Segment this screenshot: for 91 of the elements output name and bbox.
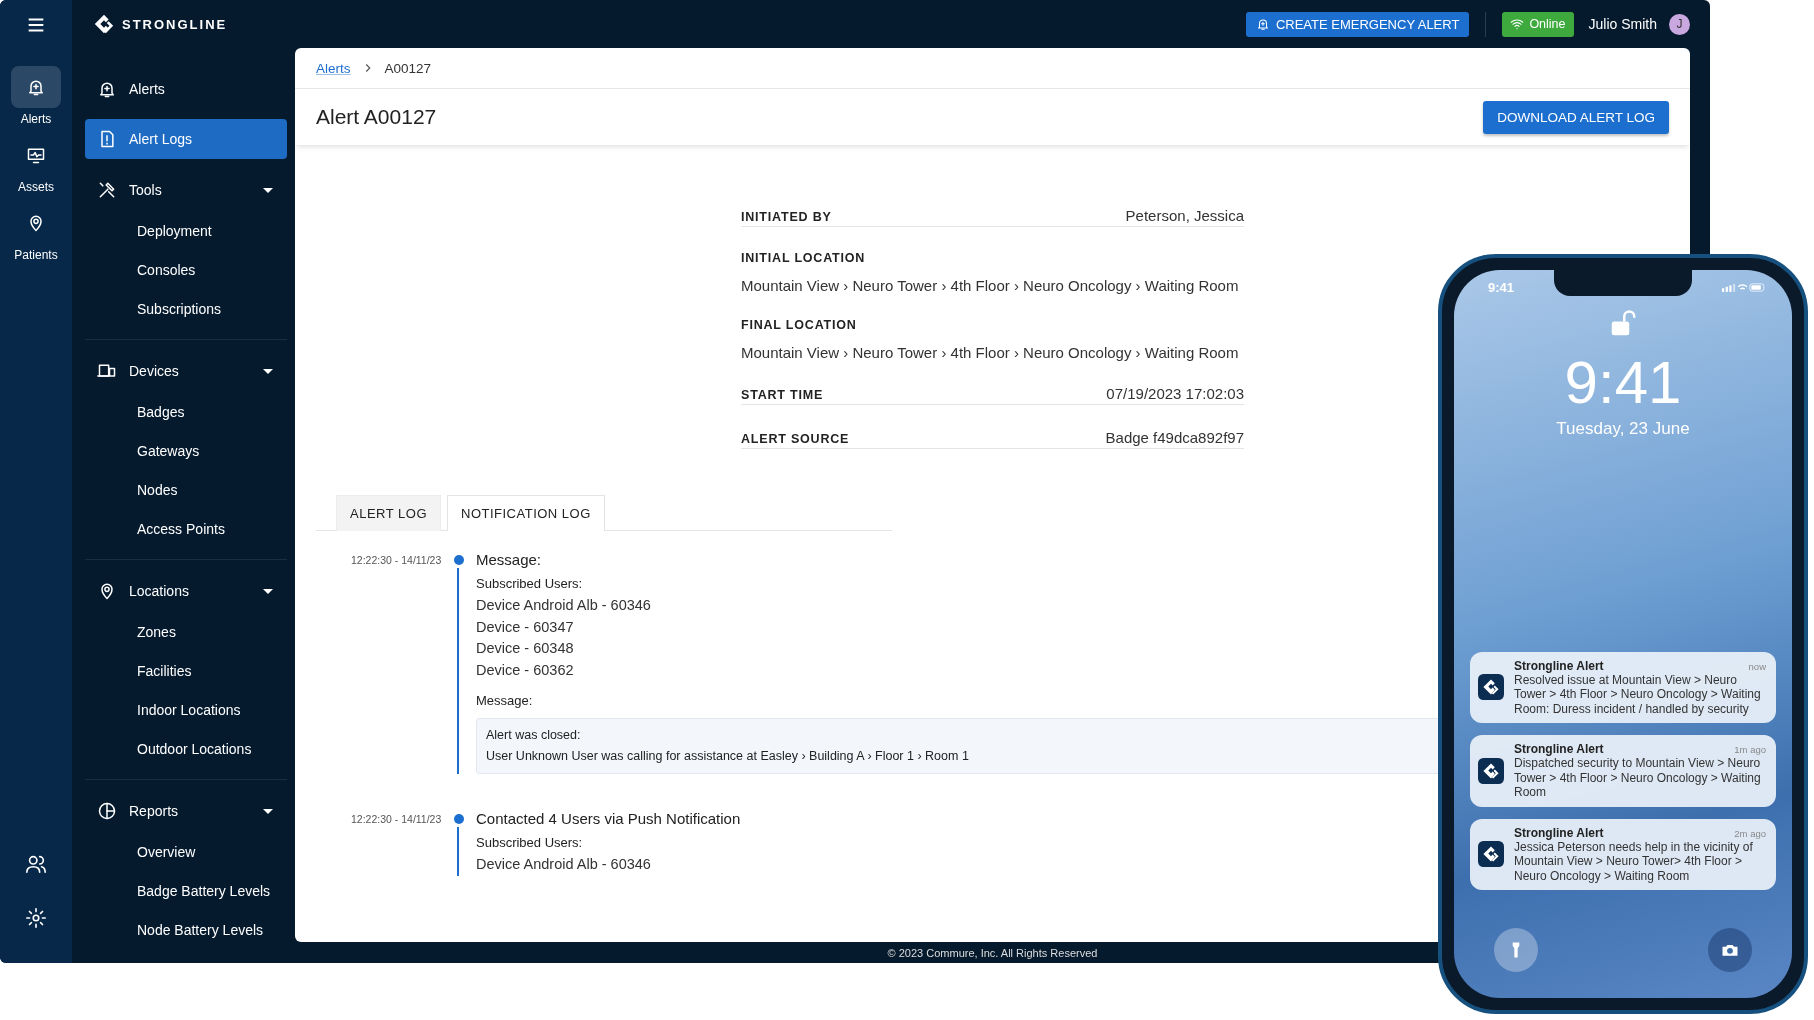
users-icon[interactable] bbox=[25, 853, 47, 875]
device-name: Device - 60347 bbox=[476, 617, 574, 637]
device-name: Device Android Alb - 60346 bbox=[476, 855, 651, 874]
sidebar-subitem[interactable]: Deployment bbox=[85, 211, 287, 250]
notification-text: Jessica Peterson needs help in the vicinity of Mountain View > Neuro Tower> 4th Floor > Neuro Oncology > Waiting Room bbox=[1514, 839, 1754, 883]
notification-text: Dispatched security to Mountain View > Neuro Tower > 4th Floor > Neuro Oncology > Waiting Room bbox=[1514, 756, 1762, 800]
camera-button[interactable] bbox=[1708, 928, 1752, 972]
logo-text: STRONGLINE bbox=[122, 16, 228, 32]
wifi-icon bbox=[1510, 17, 1525, 31]
logo-icon bbox=[93, 13, 115, 35]
sidebar-subitem[interactable]: Facilities bbox=[85, 651, 287, 690]
device-name: Device Android Alb - 60346 bbox=[476, 596, 651, 615]
sidebar-subitem[interactable]: Subscriptions bbox=[85, 289, 287, 328]
sidebar-group-header[interactable]: Reports bbox=[85, 792, 287, 830]
subscribed-users-label: Subscribed Users: bbox=[476, 835, 583, 850]
notification-title: Strongline Alert bbox=[1514, 825, 1604, 840]
tab[interactable]: ALERT LOG bbox=[336, 495, 441, 531]
detail-value: Mountain View › Neuro Tower › 4th Floor › Neuro Oncology › Waiting Room bbox=[741, 277, 1240, 294]
sidebar-subitem[interactable]: Nodes bbox=[85, 470, 287, 509]
notification-card[interactable]: Strongline Alert 1m ago Dispatched security to Mountain View > Neuro Tower > 4th Floor > Neuro Oncology > Waiting Room bbox=[1470, 735, 1776, 807]
page-title: Alert A00127 bbox=[316, 105, 437, 129]
notification-time: 1m ago bbox=[1734, 744, 1766, 755]
sidebar-item[interactable]: Alerts bbox=[85, 69, 287, 109]
detail-label: INITIATED BY bbox=[741, 210, 832, 224]
settings-icon[interactable] bbox=[25, 907, 47, 929]
device-name: Device - 60362 bbox=[476, 660, 574, 680]
subscribed-users-label: Subscribed Users: bbox=[476, 576, 583, 591]
notification-text: Resolved issue at Mountain View > Neuro Tower > 4th Floor > Neuro Oncology > Waiting Room: Duress incident / handled by security bbox=[1514, 672, 1762, 716]
sidebar-group-header[interactable]: Devices bbox=[85, 352, 287, 390]
sidebar-subitem[interactable]: Gateways bbox=[85, 431, 287, 470]
sidebar-group-header[interactable]: Locations bbox=[85, 572, 287, 610]
sidebar-subitem[interactable]: Node Battery Levels bbox=[85, 910, 287, 949]
lock-clock: 9:41 bbox=[1564, 353, 1682, 413]
download-alert-log-button[interactable]: DOWNLOAD ALERT LOG bbox=[1483, 100, 1669, 134]
breadcrumb-current: A00127 bbox=[384, 60, 432, 76]
sidebar-subitem[interactable]: Badges bbox=[85, 392, 287, 431]
sidebar-subitem[interactable]: Overview bbox=[85, 832, 287, 871]
app-logo-icon bbox=[1478, 757, 1504, 784]
timeline-dot bbox=[454, 554, 464, 565]
notification-time: 2m ago bbox=[1734, 827, 1766, 839]
notification-card[interactable]: Strongline Alert now Resolved issue at Mountain View > Neuro Tower > 4th Floor > Neuro Oncology > Waiting Room: Duress incident / handled by security bbox=[1470, 651, 1776, 723]
detail-value: Peterson, Jessica bbox=[1125, 207, 1244, 224]
breadcrumb-link[interactable]: Alerts bbox=[316, 60, 351, 76]
timestamp: 12:22:30 - 14/11/23 bbox=[351, 812, 443, 825]
entry-heading: Contacted 4 Users via Push Notification bbox=[476, 810, 741, 827]
message-text: User Unknown User was calling for assistance at Easley › Building A › Floor 1 › Room 1 bbox=[486, 748, 969, 765]
online-status-badge: Online bbox=[1502, 11, 1574, 37]
user-name: Julio Smith bbox=[1588, 16, 1657, 32]
sidebar-subitem[interactable]: Outdoor Locations bbox=[85, 729, 287, 768]
rail-label: Patients bbox=[14, 248, 58, 262]
timestamp: 12:22:30 - 14/11/23 bbox=[351, 553, 443, 566]
footer-text: © 2023 Commure, Inc. All Rights Reserved bbox=[887, 945, 1098, 961]
detail-value: Badge f49dca892f97 bbox=[1105, 429, 1244, 446]
tab[interactable]: NOTIFICATION LOG bbox=[447, 495, 605, 531]
rail-button[interactable] bbox=[11, 66, 61, 108]
pie-chart-icon bbox=[97, 801, 117, 821]
sidebar-subitem[interactable]: Zones bbox=[85, 612, 287, 651]
message-label: Message: bbox=[476, 693, 533, 708]
app-logo-icon bbox=[1478, 841, 1504, 868]
notification-time: now bbox=[1748, 660, 1766, 672]
detail-label: INITIAL LOCATION bbox=[741, 251, 867, 265]
rail-label: Assets bbox=[18, 180, 54, 194]
detail-value: Mountain View › Neuro Tower › 4th Floor › Neuro Oncology › Waiting Room bbox=[741, 344, 1240, 361]
sidebar-subitem[interactable]: Indoor Locations bbox=[85, 690, 287, 729]
rail-label: Alerts bbox=[20, 112, 52, 126]
message-text: Alert was closed: bbox=[486, 727, 581, 744]
detail-value: 07/19/2023 17:02:03 bbox=[1106, 385, 1244, 402]
flashlight-button[interactable] bbox=[1494, 928, 1538, 972]
timeline-dot bbox=[454, 813, 464, 824]
notification-card[interactable]: Strongline Alert 2m ago Jessica Peterson needs help in the vicinity of Mountain View > Neuro Tower> 4th Floor > Neuro Oncology > Waiting Room bbox=[1470, 818, 1776, 890]
lock-date: Tuesday, 23 June bbox=[1556, 419, 1690, 439]
detail-label: START TIME bbox=[741, 388, 824, 402]
entry-heading: Message: bbox=[476, 551, 542, 568]
sidebar-subitem[interactable]: Consoles bbox=[85, 250, 287, 289]
sidebar-item[interactable]: Alert Logs bbox=[85, 119, 287, 159]
device-name: Device - 60348 bbox=[476, 639, 574, 658]
bell-icon bbox=[1255, 17, 1270, 31]
status-time: 9:41 bbox=[1488, 280, 1515, 295]
user-avatar[interactable]: J bbox=[1669, 13, 1690, 35]
notification-title: Strongline Alert bbox=[1514, 742, 1604, 756]
detail-label: ALERT SOURCE bbox=[741, 432, 850, 446]
notification-title: Strongline Alert bbox=[1514, 658, 1604, 673]
monitor-icon bbox=[26, 145, 46, 165]
tools-icon bbox=[97, 180, 117, 200]
create-emergency-alert-button[interactable]: CREATE EMERGENCY ALERT bbox=[1245, 11, 1470, 37]
sidebar-subitem[interactable]: Badge Battery Levels bbox=[85, 871, 287, 910]
sidebar-subitem[interactable]: Access Points bbox=[85, 509, 287, 548]
app-logo-icon bbox=[1478, 674, 1504, 701]
detail-label: FINAL LOCATION bbox=[741, 318, 858, 332]
sidebar-group-header[interactable]: Tools bbox=[85, 171, 287, 209]
status-icons-drawing bbox=[1722, 282, 1766, 293]
